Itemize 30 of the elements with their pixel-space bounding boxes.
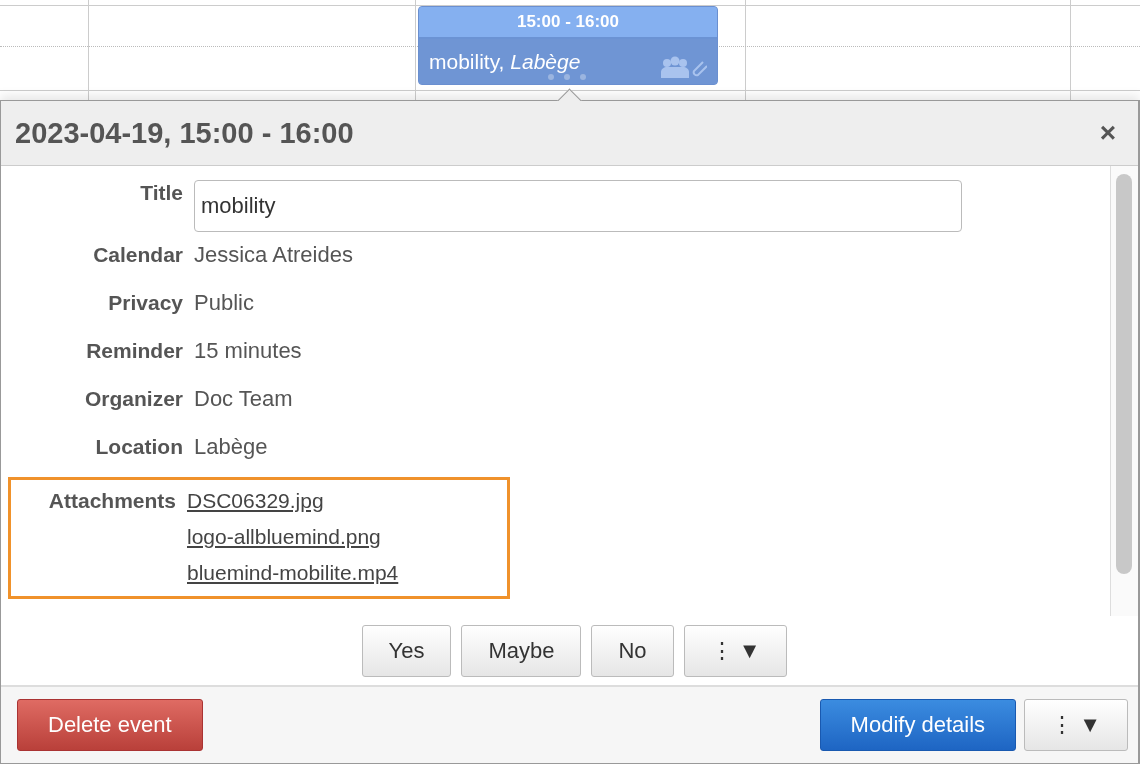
field-label: Privacy [107,290,183,316]
modify-button[interactable]: Modify details [819,699,1017,751]
event-title: mobility, Labège [429,49,582,74]
field-label: Calendar [92,242,183,268]
response-button[interactable]: Yes [361,624,452,677]
close-button[interactable]: × [1099,117,1116,149]
title-field[interactable]: mobility [194,180,962,232]
response-button[interactable]: Maybe [461,624,582,677]
attachment-link[interactable]: DSC06329.jpg [187,486,399,516]
field-label: Reminder [85,338,183,364]
field-label: Location [94,434,183,460]
attachment-link[interactable]: logo-allbluemind.png [187,522,399,552]
scrollbar[interactable] [1110,166,1138,616]
attachment-link[interactable]: bluemind-mobilite.mp4 [187,558,399,588]
response-button[interactable]: ⋮ ▼ [683,624,788,677]
field-value: Public [194,289,254,317]
field-value: Labège [194,433,268,461]
delete-button[interactable]: Delete event [17,699,203,751]
field-value: Jessica Atreides [194,241,353,269]
field-label: Title [139,180,183,206]
attendees-attachment-icon [659,54,707,80]
event-time: 15:00 - 16:00 [419,7,717,39]
field-label: Attachments [47,488,176,514]
response-button[interactable]: No [591,624,674,677]
more-dots-icon [547,73,587,81]
field-value: Doc Team [194,385,293,413]
field-label: Organizer [83,386,183,412]
more-button[interactable]: ⋮ ▼ [1024,699,1128,751]
dialog-title: 2023-04-19, 15:00 - 16:00 [15,116,354,150]
field-value: 15 minutes [194,337,302,365]
